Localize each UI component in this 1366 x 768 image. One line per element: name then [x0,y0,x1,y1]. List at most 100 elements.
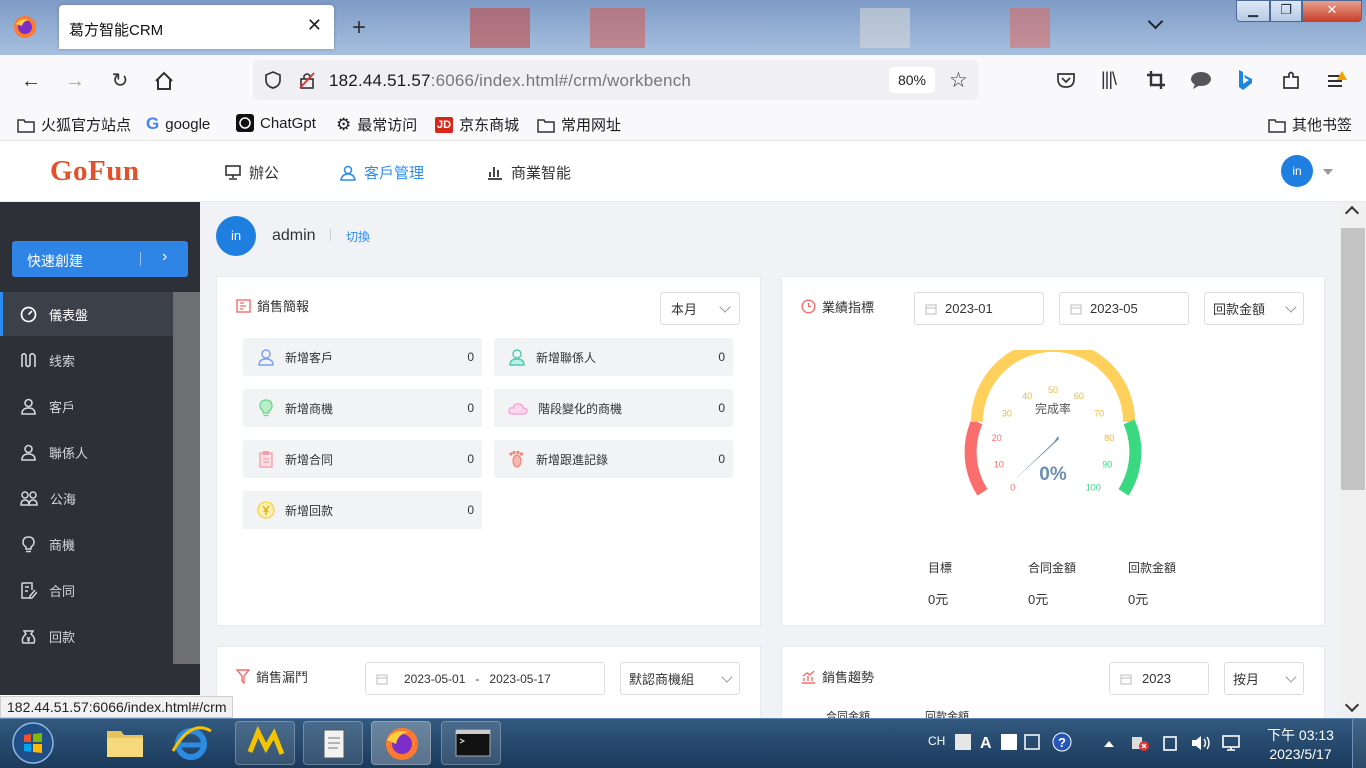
insecure-lock-icon[interactable] [297,70,317,90]
crop-icon[interactable] [1146,70,1166,90]
app-taskbar-icon[interactable] [235,721,295,765]
summary-payment-label: 回款金額 [1128,561,1177,575]
maximize-window-button[interactable]: ❐ [1270,0,1302,22]
notepad-taskbar-icon[interactable] [303,721,363,765]
sidebar-item-pool[interactable]: 公海 [0,476,173,520]
payment-icon [20,628,37,645]
minimize-window-button[interactable]: ▁ [1236,0,1270,22]
metric-select[interactable]: 回款金額 [1204,292,1304,325]
sidebar-item-contact[interactable]: 聯係人 [0,430,173,474]
new-tab-icon[interactable]: + [352,14,366,42]
bookmark-star-icon[interactable]: ☆ [949,68,968,93]
show-desktop-button[interactable] [1352,719,1366,768]
stat-new-contract[interactable]: 新增合同 0 [243,440,482,478]
nav-label: 辦公 [249,165,280,182]
browser-tab[interactable]: 葛方智能CRM ✕ [59,5,334,49]
opportunity-group-select[interactable]: 默認商機組 [620,662,740,695]
zoom-indicator[interactable]: 80% [889,67,935,93]
scrollbar-thumb[interactable] [1341,228,1365,490]
divider [140,252,141,266]
reload-icon[interactable]: ↻ [107,68,133,94]
bookmark-chatgpt[interactable]: ChatGpt [236,114,316,132]
sidebar-item-opportunity[interactable]: 商機 [0,522,173,566]
bing-icon[interactable] [1236,69,1254,91]
back-icon[interactable]: ← [18,68,44,94]
help-icon[interactable]: ? [1052,732,1072,752]
sales-brief-title: 銷售簡報 [236,296,309,315]
contact-icon [20,444,37,461]
explorer-taskbar-icon[interactable] [97,721,157,765]
user-avatar[interactable]: in [216,216,256,256]
app-logo[interactable]: GoFun [50,155,140,188]
clock-time[interactable]: 下午 03:13 [1263,725,1338,745]
date-range-picker[interactable]: 2023-05-01 - 2023-05-17 [365,662,605,695]
firefox-taskbar-icon[interactable] [371,721,431,765]
switch-user-link[interactable]: 切換 [346,228,370,245]
home-icon[interactable] [153,70,175,92]
tray-expand-icon[interactable] [1104,741,1114,747]
library-icon[interactable]: |||\ [1101,69,1117,90]
volume-icon[interactable] [1190,734,1212,752]
other-bookmarks[interactable]: 其他书签 [1268,114,1352,135]
stat-stage-change[interactable]: 階段變化的商機 0 [494,389,733,427]
display-icon[interactable] [1221,734,1243,752]
nav-customer-management[interactable]: 客戶管理 [340,162,424,183]
period-select[interactable]: 本月 [660,292,740,325]
stat-new-opportunity[interactable]: 新增商機 0 [243,389,482,427]
page-scrollbar[interactable] [1340,202,1366,718]
bookmark-firefox[interactable]: 火狐官方站点 [17,114,131,135]
nav-office[interactable]: 辦公 [225,162,279,183]
sidebar-item-customer[interactable]: 客戶 [0,384,173,428]
granularity-select[interactable]: 按月 [1224,662,1304,695]
shield-icon[interactable] [263,70,283,90]
caret-down-icon[interactable] [1323,169,1333,175]
stat-new-customer[interactable]: 新增客戶 0 [243,338,482,376]
firefox-icon[interactable] [13,15,37,39]
device-icon[interactable] [1160,734,1180,752]
ie-taskbar-icon[interactable] [163,721,223,765]
chat-icon[interactable] [1190,70,1212,90]
url-bar[interactable]: 182.44.51.57:6066/index.html#/crm/workbe… [253,60,978,100]
forward-icon[interactable]: → [62,68,88,94]
funnel-icon [236,669,250,684]
clock-date[interactable]: 2023/5/17 [1263,746,1338,762]
bookmark-common[interactable]: 常用网址 [537,114,621,135]
extensions-icon[interactable] [1280,69,1302,91]
sidebar-item-payment[interactable]: 回款 [0,614,173,658]
gauge-tick-label: 60 [1074,391,1084,401]
summary-payment-value: 0元 [1128,592,1149,607]
sidebar-item-clue[interactable]: 线索 [0,338,173,382]
pocket-icon[interactable] [1056,70,1076,90]
close-tab-icon[interactable]: ✕ [307,15,322,36]
scroll-down-icon[interactable] [1344,697,1360,713]
card-title: 銷售趨勢 [822,670,875,685]
menu-icon[interactable] [1326,70,1350,90]
sidebar-item-dashboard[interactable]: 儀表盤 [0,292,173,336]
summary-target-value: 0元 [928,592,949,607]
svg-text:A: A [980,735,992,752]
quick-create-button[interactable]: 快速創建 › [12,241,188,277]
network-alert-icon[interactable] [1130,734,1150,752]
stat-new-payment[interactable]: 新增回款 0 [243,491,482,529]
ime-icon[interactable]: A [953,732,1049,752]
url-text[interactable]: 182.44.51.57:6066/index.html#/crm/workbe… [329,71,691,91]
bookmark-most-visited[interactable]: ⚙ 最常访问 [336,114,417,135]
sidebar-item-contract[interactable]: 合同 [0,568,173,612]
bookmark-google[interactable]: Ggoogle [146,114,210,134]
stat-new-followup[interactable]: 新增跟進記錄 0 [494,440,733,478]
header-avatar[interactable]: in [1281,155,1313,187]
year-picker[interactable]: 2023 [1109,662,1209,695]
nav-business-intelligence[interactable]: 商業智能 [487,162,571,183]
scroll-up-icon[interactable] [1344,205,1360,221]
cmd-taskbar-icon[interactable] [441,721,501,765]
range-end: 2023-05-17 [489,671,551,686]
end-month-picker[interactable]: 2023-05 [1059,292,1189,325]
stat-new-contact[interactable]: 新增聯係人 0 [494,338,733,376]
gauge-tick-label: 100 [1086,482,1101,492]
start-button[interactable] [11,721,55,765]
bookmark-jd[interactable]: JD 京东商城 [435,114,519,135]
language-indicator[interactable]: CH [928,734,945,748]
sidebar-scrollbar[interactable] [173,292,200,664]
start-month-picker[interactable]: 2023-01 [914,292,1044,325]
close-window-button[interactable]: ✕ [1302,0,1362,22]
